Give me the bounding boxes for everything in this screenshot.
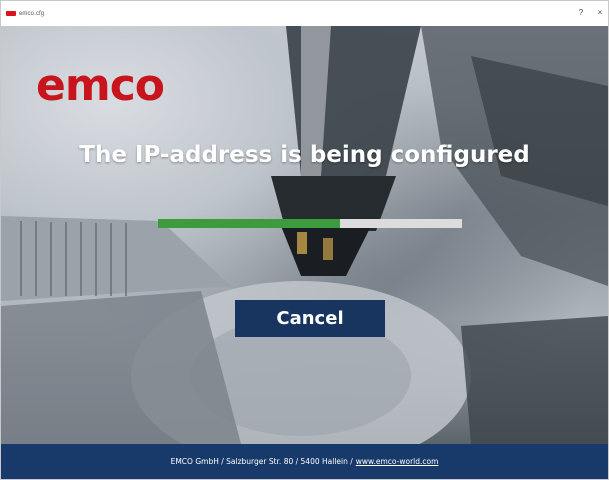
status-headline: The IP-address is being configured [79,142,530,168]
window-title: emco.cfg [19,10,45,17]
app-icon [6,11,16,16]
help-button[interactable]: ? [573,5,589,21]
close-button[interactable]: × [592,5,608,21]
website-link[interactable]: www.emco-world.com [356,457,439,466]
company-address: EMCO GmbH / Salzburger Str. 80 / 5400 Ha… [170,457,353,466]
footer: EMCO GmbH / Salzburger Str. 80 / 5400 Ha… [1,444,608,479]
progress-bar-fill [158,219,341,228]
cancel-button[interactable]: Cancel [235,300,385,337]
progress-bar [158,219,462,228]
title-bar: emco.cfg ? × [1,1,608,26]
installer-window: emco.cfg ? × emco The IP-address is bein… [0,0,609,480]
background-image: emco The IP-address is being configured … [1,26,608,444]
emco-logo: emco [36,60,165,111]
